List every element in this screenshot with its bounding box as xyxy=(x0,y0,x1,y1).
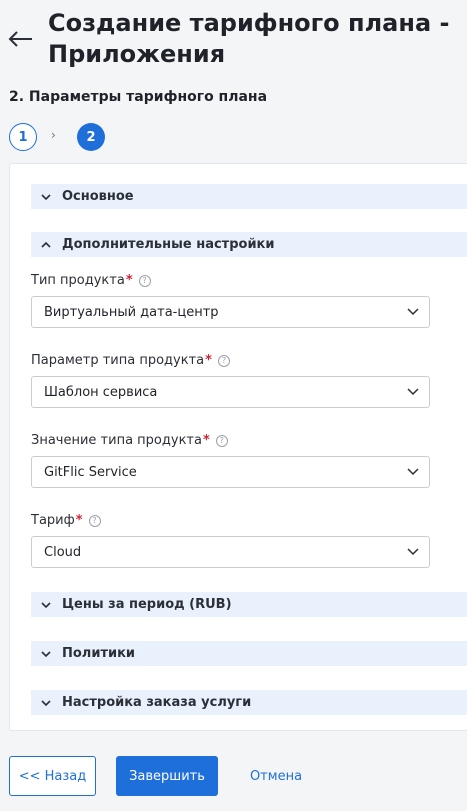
chevron-down-icon xyxy=(407,308,419,316)
step-2[interactable]: 2 xyxy=(77,123,105,151)
accordion-order-settings-label: Настройка заказа услуги xyxy=(62,695,252,710)
product-type-param-value: Шаблон сервиса xyxy=(44,384,158,400)
finish-button[interactable]: Завершить xyxy=(116,756,218,796)
accordion-additional-label: Дополнительные настройки xyxy=(62,237,275,252)
required-mark: * xyxy=(205,353,212,368)
product-type-select[interactable]: Виртуальный дата-центр xyxy=(31,296,430,328)
product-type-value: Виртуальный дата-центр xyxy=(44,304,219,320)
page-header: Создание тарифного плана - Приложения xyxy=(0,0,467,80)
accordion-basic[interactable]: Основное xyxy=(31,184,467,209)
product-type-value-value: GitFlic Service xyxy=(44,464,137,480)
required-mark: * xyxy=(75,513,83,528)
arrow-left-icon[interactable] xyxy=(8,26,34,52)
chevron-down-icon xyxy=(41,649,51,659)
product-type-value-select[interactable]: GitFlic Service xyxy=(31,456,430,488)
help-icon[interactable]: ? xyxy=(138,274,151,287)
accordion-order-settings[interactable]: Настройка заказа услуги xyxy=(31,690,467,715)
accordion-policies[interactable]: Политики xyxy=(31,641,467,666)
chevron-up-icon xyxy=(41,240,51,250)
help-icon[interactable]: ? xyxy=(215,434,228,447)
accordion-prices[interactable]: Цены за период (RUB) xyxy=(31,592,467,617)
chevron-down-icon xyxy=(41,192,51,202)
chevron-down-icon xyxy=(407,388,419,396)
page-title-line-2: Приложения xyxy=(48,40,226,68)
page-title: Создание тарифного плана - Приложения xyxy=(48,8,458,70)
tariff-label-text: Тариф xyxy=(31,513,75,528)
help-icon[interactable]: ? xyxy=(88,514,101,527)
help-icon[interactable]: ? xyxy=(217,354,230,367)
tariff-value: Cloud xyxy=(44,544,82,560)
accordion-basic-label: Основное xyxy=(62,189,134,204)
tariff-select[interactable]: Cloud xyxy=(31,536,430,568)
product-type-param-label: Параметр типа продукта * ? xyxy=(31,353,230,368)
tariff-label: Тариф * ? xyxy=(31,513,101,528)
cancel-button[interactable]: Отмена xyxy=(240,756,312,796)
required-mark: * xyxy=(125,273,133,288)
product-type-value-label-text: Значение типа продукта xyxy=(31,433,202,448)
accordion-prices-label: Цены за период (RUB) xyxy=(62,597,232,612)
accordion-additional[interactable]: Дополнительные настройки xyxy=(31,232,467,257)
chevron-down-icon xyxy=(407,548,419,556)
chevron-down-icon xyxy=(407,468,419,476)
product-type-param-select[interactable]: Шаблон сервиса xyxy=(31,376,430,408)
product-type-param-label-text: Параметр типа продукта xyxy=(31,353,205,368)
product-type-label: Тип продукта * ? xyxy=(31,273,151,288)
required-mark: * xyxy=(202,433,210,448)
back-button[interactable]: << Назад xyxy=(9,756,96,796)
step-separator-icon: › xyxy=(51,128,56,142)
page-title-line-1: Создание тарифного плана - xyxy=(48,9,450,37)
chevron-down-icon xyxy=(41,600,51,610)
chevron-down-icon xyxy=(41,698,51,708)
step-1[interactable]: 1 xyxy=(9,123,37,151)
accordion-policies-label: Политики xyxy=(62,646,136,661)
section-title: 2. Параметры тарифного плана xyxy=(9,89,268,105)
product-type-label-text: Тип продукта xyxy=(31,273,125,288)
product-type-value-label: Значение типа продукта * ? xyxy=(31,433,228,448)
